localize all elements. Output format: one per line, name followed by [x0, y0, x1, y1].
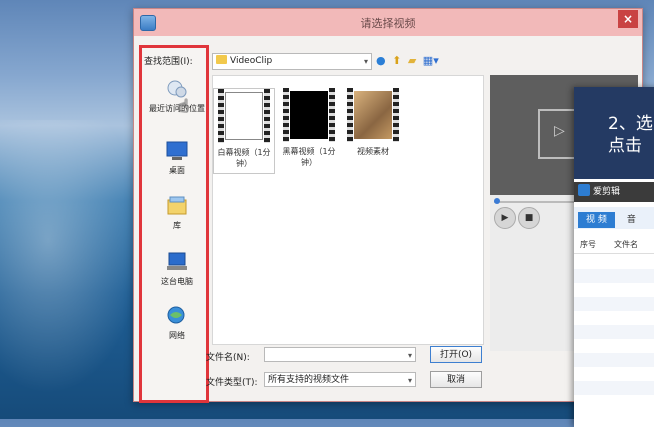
app-tabs: 视 频音 [574, 207, 654, 229]
app-name: 爱剪辑 [593, 187, 621, 197]
dialog-titlebar: 请选择视频 × [134, 9, 642, 36]
place-label: 库 [173, 221, 181, 230]
filetype-select[interactable]: 所有支持的视频文件 ▾ [264, 372, 416, 387]
video-thumbnail [283, 88, 335, 142]
filetype-label: 文件类型(T): [206, 378, 258, 388]
table-body [574, 255, 654, 405]
file-item[interactable]: 视频素材 [343, 88, 403, 157]
tutorial-header: 2、选 点击 [574, 87, 654, 179]
look-in-combobox[interactable]: VideoClip ▾ [212, 53, 372, 70]
column-header: 序号 [580, 240, 596, 249]
open-button[interactable]: 打开(O) [430, 346, 482, 363]
back-icon[interactable]: ● [376, 53, 386, 68]
new-folder-icon[interactable]: ▰ [408, 53, 416, 68]
file-name: 白幕视频（1分钟） [217, 148, 271, 168]
app-logo-icon [578, 184, 590, 196]
frame-black [290, 91, 328, 139]
tab-audio[interactable]: 音 [619, 212, 644, 228]
table-header: 序号 文件名 [574, 237, 654, 254]
place-desktop[interactable]: 桌面 [142, 141, 212, 176]
dialog-title: 请选择视频 [360, 17, 416, 30]
place-label: 这台电脑 [161, 277, 193, 286]
file-name: 黑幕视频（1分钟） [282, 147, 336, 167]
video-thumbnail [218, 89, 270, 143]
file-name: 视频素材 [357, 147, 389, 156]
up-folder-icon[interactable]: ⬆ [392, 53, 401, 68]
chevron-down-icon: ▾ [363, 57, 368, 66]
network-icon [167, 306, 185, 324]
open-video-dialog: 请选择视频 × 查找范围(I): 最近访问的位置 ☝ 桌面 库 这台电脑 网络 … [133, 8, 643, 403]
chevron-down-icon: ▾ [407, 351, 412, 360]
file-item[interactable]: 黑幕视频（1分钟） [279, 88, 339, 168]
cancel-button[interactable]: 取消 [430, 371, 482, 388]
place-network[interactable]: 网络 [142, 306, 212, 341]
column-header: 文件名 [614, 240, 638, 249]
look-in-label: 查找范围(I): [144, 57, 193, 67]
hand-cursor-icon: ☝ [178, 96, 189, 117]
tab-video[interactable]: 视 频 [578, 212, 615, 228]
play-icon[interactable]: ▶ [494, 207, 516, 229]
filename-label: 文件名(N): [206, 353, 250, 363]
frame-footage [354, 91, 392, 139]
library-icon [167, 196, 187, 215]
file-list: 白幕视频（1分钟） 黑幕视频（1分钟） 视频素材 [212, 75, 484, 345]
look-in-value: VideoClip [230, 56, 273, 66]
file-item[interactable]: 白幕视频（1分钟） [213, 88, 275, 174]
stop-icon[interactable]: ■ [518, 207, 540, 229]
computer-icon [167, 252, 187, 270]
place-recent[interactable]: 最近访问的位置 [142, 79, 212, 114]
app-titlebar: 爱剪辑 [574, 182, 654, 202]
frame-white [225, 92, 263, 140]
place-label: 网络 [169, 331, 185, 340]
place-computer[interactable]: 这台电脑 [142, 252, 212, 287]
close-button[interactable]: × [618, 10, 638, 28]
view-menu-icon[interactable]: ▦▾ [423, 53, 439, 68]
filename-input[interactable]: ▾ [264, 347, 416, 362]
progress-knob[interactable] [494, 198, 500, 204]
place-library[interactable]: 库 [142, 196, 212, 231]
tutorial-overlay-window: 2、选 点击 爱剪辑 视 频音 序号 文件名 [574, 87, 654, 427]
toolbar: ● ⬆ ▰ ▦▾ [376, 53, 442, 68]
chevron-down-icon: ▾ [407, 376, 412, 385]
folder-icon [216, 55, 227, 64]
tutorial-step-text: 2、选 点击 [608, 114, 653, 156]
place-label: 桌面 [169, 166, 185, 175]
desktop-icon [166, 141, 188, 160]
place-label: 最近访问的位置 [149, 104, 205, 113]
video-thumbnail [347, 88, 399, 142]
